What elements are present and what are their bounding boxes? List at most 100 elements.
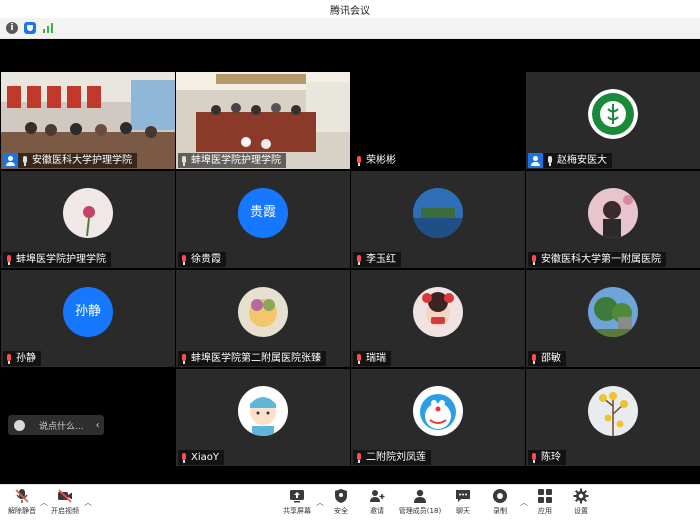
participant-nameplate: 陈玲 bbox=[528, 450, 566, 465]
share-screen-icon bbox=[290, 490, 304, 503]
participant-name: XiaoY bbox=[191, 452, 219, 463]
mic-icon bbox=[180, 155, 188, 166]
participant-nameplate: 瑞瑞 bbox=[353, 351, 391, 366]
participant-name: 荣彬彬 bbox=[366, 155, 396, 166]
mic-icon bbox=[546, 155, 554, 166]
apps-grid-icon bbox=[538, 489, 552, 503]
chat-placeholder: 说点什么... bbox=[39, 421, 84, 432]
emoji-icon[interactable] bbox=[14, 419, 25, 431]
participant-name: 安徽医科大学护理学院 bbox=[32, 155, 132, 166]
manage-members-label: 管理成员(18) bbox=[398, 507, 442, 515]
participant-nameplate: 蚌埠医学院护理学院 bbox=[3, 252, 111, 267]
manage-members-button[interactable]: 管理成员(18) bbox=[398, 488, 442, 520]
camera-off-icon bbox=[58, 489, 72, 503]
settings-label: 设置 bbox=[574, 507, 588, 515]
video-tile[interactable]: XiaoY bbox=[176, 369, 350, 466]
share-screen-label: 共享屏幕 bbox=[283, 507, 311, 515]
title-bar: 腾讯会议 bbox=[0, 0, 700, 18]
video-tile[interactable]: 蚌埠医学院护理学院 bbox=[176, 72, 350, 169]
chat-icon bbox=[456, 490, 470, 502]
mic-muted-icon bbox=[355, 353, 363, 364]
video-tile[interactable]: 蚌埠医学院第二附属医院张臻 bbox=[176, 270, 350, 367]
gear-icon bbox=[573, 488, 589, 504]
video-tile[interactable]: 陈玲 bbox=[526, 369, 700, 466]
video-tile[interactable]: 安徽医科大学护理学院 bbox=[1, 72, 175, 169]
share-screen-button[interactable]: 共享屏幕 bbox=[275, 488, 319, 520]
university-logo-icon bbox=[588, 89, 638, 139]
participant-nameplate: 二附院刘凤莲 bbox=[353, 450, 431, 465]
unmute-label: 解除静音 bbox=[8, 507, 36, 515]
participant-nameplate: 孙静 bbox=[3, 351, 41, 366]
video-tile[interactable]: 荣彬彬 bbox=[351, 72, 525, 169]
participant-name: 徐贵霞 bbox=[191, 254, 221, 265]
invite-button[interactable]: 邀请 bbox=[355, 488, 399, 520]
participant-nameplate: 蚌埠医学院护理学院 bbox=[178, 153, 286, 168]
participant-nameplate: 安徽医科大学第一附属医院 bbox=[528, 252, 666, 267]
participant-nameplate: 蚌埠医学院第二附属医院张臻 bbox=[178, 351, 326, 366]
avatar-nurse-cartoon bbox=[238, 386, 288, 436]
info-icon[interactable]: i bbox=[6, 22, 18, 34]
mic-muted-icon bbox=[530, 254, 538, 265]
status-bar: i bbox=[0, 18, 700, 39]
collapse-arrow-icon[interactable]: ‹ bbox=[96, 420, 100, 431]
chat-input[interactable]: 说点什么... ‹ bbox=[8, 415, 104, 435]
video-tile[interactable]: 孙静 孙静 bbox=[1, 270, 175, 367]
video-tile[interactable]: 邵敏 bbox=[526, 270, 700, 367]
invite-label: 邀请 bbox=[370, 507, 384, 515]
video-tile[interactable]: 李玉红 bbox=[351, 171, 525, 268]
participant-name: 蚌埠医学院第二附属医院张臻 bbox=[191, 353, 321, 364]
participant-name: 蚌埠医学院护理学院 bbox=[16, 254, 106, 265]
avatar-doraemon bbox=[413, 386, 463, 436]
participant-nameplate: 李玉红 bbox=[353, 252, 401, 267]
mic-muted-icon bbox=[530, 353, 538, 364]
mic-muted-icon bbox=[530, 452, 538, 463]
settings-button[interactable]: 设置 bbox=[559, 488, 603, 520]
host-icon bbox=[528, 153, 543, 168]
avatar-text: 孙静 bbox=[63, 287, 113, 337]
avatar-selfie bbox=[413, 287, 463, 337]
shield-icon bbox=[335, 489, 347, 503]
shield-icon[interactable] bbox=[24, 22, 36, 34]
avatar-cartoon bbox=[238, 287, 288, 337]
mic-muted-icon bbox=[355, 155, 363, 166]
video-tile[interactable]: 瑞瑞 bbox=[351, 270, 525, 367]
participant-name: 陈玲 bbox=[541, 452, 561, 463]
participant-name: 赵梅安医大 bbox=[557, 155, 607, 166]
mic-muted-icon bbox=[5, 254, 13, 265]
record-label: 录制 bbox=[493, 507, 507, 515]
participant-nameplate: 荣彬彬 bbox=[353, 153, 401, 168]
avatar-portrait bbox=[588, 188, 638, 238]
participant-name: 蚌埠医学院护理学院 bbox=[191, 155, 281, 166]
participant-name: 瑞瑞 bbox=[366, 353, 386, 364]
record-icon bbox=[493, 489, 507, 503]
video-tile[interactable]: 蚌埠医学院护理学院 bbox=[1, 171, 175, 268]
start-video-button[interactable]: 开启视频 bbox=[43, 488, 87, 520]
avatar-text: 贵霞 bbox=[238, 188, 288, 238]
avatar-tree bbox=[588, 287, 638, 337]
mic-muted-icon bbox=[355, 254, 363, 265]
video-options-chevron-icon[interactable]: ︿ bbox=[84, 497, 92, 508]
record-button[interactable]: 录制 bbox=[478, 488, 522, 520]
mic-muted-icon bbox=[355, 452, 363, 463]
avatar-yellow-flowers bbox=[588, 386, 638, 436]
participant-nameplate: 邵敏 bbox=[528, 351, 566, 366]
mic-muted-icon bbox=[180, 452, 188, 463]
participant-name: 邵敏 bbox=[541, 353, 561, 364]
participant-name: 二附院刘凤莲 bbox=[366, 452, 426, 463]
video-tile[interactable]: 二附院刘凤莲 bbox=[351, 369, 525, 466]
unmute-button[interactable]: 解除静音 bbox=[0, 488, 44, 520]
mic-muted-icon bbox=[15, 489, 29, 503]
video-tile[interactable]: 安徽医科大学第一附属医院 bbox=[526, 171, 700, 268]
participant-name: 孙静 bbox=[16, 353, 36, 364]
host-icon bbox=[3, 153, 18, 168]
participant-nameplate: 赵梅安医大 bbox=[528, 153, 612, 168]
start-video-label: 开启视频 bbox=[51, 507, 79, 515]
mic-muted-icon bbox=[180, 353, 188, 364]
video-tile[interactable]: 贵霞 徐贵霞 bbox=[176, 171, 350, 268]
mic-muted-icon bbox=[5, 353, 13, 364]
signal-icon[interactable] bbox=[42, 22, 56, 34]
participant-nameplate: 安徽医科大学护理学院 bbox=[3, 153, 137, 168]
video-tile[interactable]: 赵梅安医大 bbox=[526, 72, 700, 169]
avatar-landscape bbox=[413, 188, 463, 238]
meeting-window: 腾讯会议 i 安徽医科大学护理学院 蚌埠医学院护理学院 荣彬彬 赵梅安医大 蚌埠… bbox=[0, 0, 700, 520]
